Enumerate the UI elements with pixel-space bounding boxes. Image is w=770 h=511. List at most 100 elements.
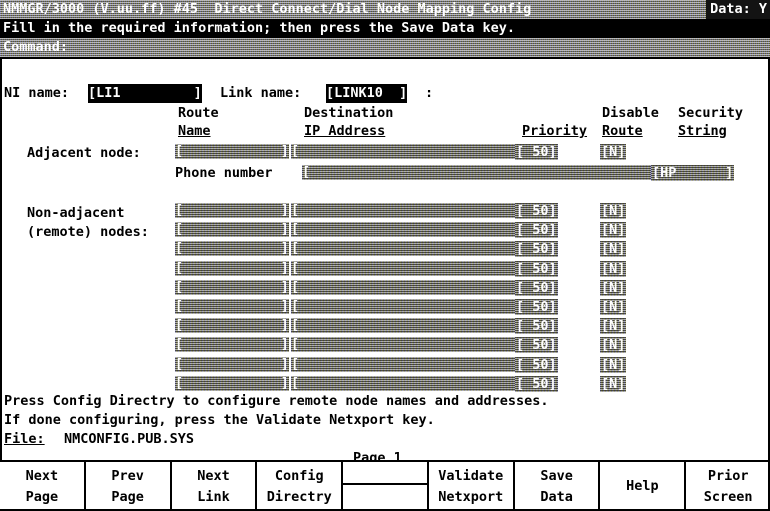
column-security-line2: String (678, 123, 727, 139)
nonadjacent-route-name-field[interactable]: [ ] (175, 317, 289, 333)
function-key-7[interactable]: Save Data (515, 462, 601, 511)
nonadjacent-ip-address-field[interactable]: [ ] (291, 202, 527, 218)
function-key-bar: Next Page Prev Page Next Link Config Directry Va… (0, 460, 770, 511)
link-name-field[interactable]: [LINK10 ] (326, 84, 408, 103)
function-key-3[interactable]: Next Link (172, 462, 258, 511)
function-key-label-line2: Data (540, 488, 573, 505)
nonadjacent-disable-route-field[interactable]: [N] (600, 241, 626, 257)
terminal-screen: NMMGR/3000 (V.uu.ff) #45 Direct Connect/… (0, 0, 770, 511)
nonadjacent-label-line2: (remote) nodes: (27, 224, 149, 240)
function-key-label-line1: Prior (707, 467, 749, 484)
function-key-5[interactable] (343, 462, 429, 511)
nonadjacent-disable-route-field[interactable]: [N] (600, 357, 626, 373)
function-key-label-line2: Page (25, 488, 59, 505)
command-line[interactable]: Command: (0, 38, 770, 57)
nonadjacent-disable-route-field[interactable]: [N] (600, 261, 626, 277)
nonadjacent-priority-field[interactable]: [ 50] (515, 261, 558, 277)
nonadjacent-priority-field[interactable]: [ 50] (515, 337, 558, 353)
column-destination-line1: Destination (304, 105, 394, 121)
nonadjacent-disable-route-field[interactable]: [N] (600, 376, 626, 392)
nonadjacent-ip-address-field[interactable]: [ ] (291, 221, 527, 237)
nonadjacent-route-name-field[interactable]: [ ] (175, 260, 289, 276)
function-key-label-line2: Link (197, 488, 230, 505)
nonadjacent-route-name-field[interactable]: [ ] (175, 202, 289, 218)
function-key-label-line1: Prev (111, 467, 144, 484)
nonadjacent-route-name-field[interactable]: [ ] (175, 356, 289, 372)
nonadjacent-ip-address-field[interactable]: [ ] (291, 375, 527, 391)
title-bar: NMMGR/3000 (V.uu.ff) #45 Direct Connect/… (0, 0, 770, 19)
function-key-8[interactable]: Help (600, 462, 687, 511)
nonadjacent-route-name-field[interactable]: [ ] (175, 240, 289, 256)
function-key-label-line2: Netxport (438, 488, 504, 505)
nonadjacent-priority-field[interactable]: [ 50] (515, 203, 558, 219)
adjacent-priority-field[interactable]: [ 50] (515, 144, 558, 160)
hint-line-2: If done configuring, press the Validate … (4, 412, 435, 428)
function-key-label-line1: Save (540, 467, 573, 484)
nonadjacent-ip-address-field[interactable]: [ ] (291, 356, 527, 372)
function-key-label-line1: Next (197, 467, 230, 484)
nonadjacent-disable-route-field[interactable]: [N] (600, 318, 626, 334)
security-string-field[interactable]: [HP ] (651, 165, 734, 181)
function-key-4[interactable]: Config Directry (257, 462, 344, 511)
adjacent-node-label: Adjacent node: (27, 145, 141, 161)
function-key-9[interactable]: Prior Screen (686, 462, 770, 511)
ni-name-field[interactable]: [LI1 ] (88, 84, 202, 103)
function-key-2[interactable]: Prev Page (86, 462, 172, 511)
nonadjacent-ip-address-field[interactable]: [ ] (291, 260, 527, 276)
nonadjacent-ip-address-field[interactable]: [ ] (291, 279, 527, 295)
function-key-label-line1: Config (274, 467, 324, 484)
adjacent-ip-address-field[interactable]: [ ] (291, 143, 527, 159)
function-key-label-line1: Validate (438, 467, 504, 484)
nonadjacent-priority-field[interactable]: [ 50] (515, 280, 558, 296)
column-route-line2: Name (178, 123, 211, 139)
function-key-label-line2: Page (111, 488, 144, 505)
function-key-label-line1: Next (25, 467, 59, 484)
nonadjacent-priority-field[interactable]: [ 50] (515, 222, 558, 238)
hint-line-1: Press Config Directry to configure remot… (4, 393, 549, 409)
adjacent-disable-route-field[interactable]: [N] (600, 144, 626, 160)
nonadjacent-disable-route-field[interactable]: [N] (600, 203, 626, 219)
nonadjacent-route-name-field[interactable]: [ ] (175, 375, 289, 391)
command-label: Command: (3, 39, 69, 55)
nonadjacent-disable-route-field[interactable]: [N] (600, 280, 626, 296)
phone-number-field[interactable]: [ ] (302, 164, 701, 180)
function-key-label-line2: Screen (703, 488, 753, 505)
file-label: File: (4, 431, 45, 447)
nonadjacent-priority-field[interactable]: [ 50] (515, 241, 558, 257)
nonadjacent-route-name-field[interactable]: [ ] (175, 221, 289, 237)
nonadjacent-disable-route-field[interactable]: [N] (600, 222, 626, 238)
status-message: Fill in the required information; then p… (0, 19, 770, 38)
phone-number-label: Phone number (175, 165, 273, 181)
data-status-badge: Data: Y (706, 0, 770, 19)
nonadjacent-priority-field[interactable]: [ 50] (515, 299, 558, 315)
link-name-label: Link name: (220, 85, 302, 101)
app-title: NMMGR/3000 (V.uu.ff) #45 Direct Connect/… (3, 1, 532, 17)
column-route-line1: Route (178, 105, 219, 121)
adjacent-route-name-field[interactable]: [ ] (175, 143, 289, 159)
nonadjacent-route-name-field[interactable]: [ ] (175, 298, 289, 314)
column-disable-line2: Route (602, 123, 643, 139)
function-key-label-line1: Help (626, 478, 659, 494)
nonadjacent-priority-field[interactable]: [ 50] (515, 318, 558, 334)
nonadjacent-label-line1: Non-adjacent (27, 205, 125, 221)
function-key-6[interactable]: Validate Netxport (429, 462, 515, 511)
nonadjacent-ip-address-field[interactable]: [ ] (291, 317, 527, 333)
nonadjacent-priority-field[interactable]: [ 50] (515, 357, 558, 373)
form-body: NI name: [LI1 ] Link name: [LINK10 ] : R… (0, 57, 770, 466)
ni-name-label: NI name: (4, 85, 70, 101)
nonadjacent-disable-route-field[interactable]: [N] (600, 299, 626, 315)
column-destination-line2: IP Address (304, 123, 386, 139)
nonadjacent-priority-field[interactable]: [ 50] (515, 376, 558, 392)
column-security-line1: Security (678, 105, 744, 121)
nonadjacent-ip-address-field[interactable]: [ ] (291, 336, 527, 352)
function-key-1[interactable]: Next Page (0, 462, 86, 511)
link-name-colon: : (425, 85, 434, 101)
nonadjacent-route-name-field[interactable]: [ ] (175, 279, 289, 295)
nonadjacent-route-name-field[interactable]: [ ] (175, 336, 289, 352)
nonadjacent-ip-address-field[interactable]: [ ] (291, 240, 527, 256)
nonadjacent-ip-address-field[interactable]: [ ] (291, 298, 527, 314)
nonadjacent-disable-route-field[interactable]: [N] (600, 337, 626, 353)
file-value: NMCONFIG.PUB.SYS (64, 431, 195, 447)
function-key-blank-bottom (343, 485, 427, 509)
column-disable-line1: Disable (602, 105, 659, 121)
